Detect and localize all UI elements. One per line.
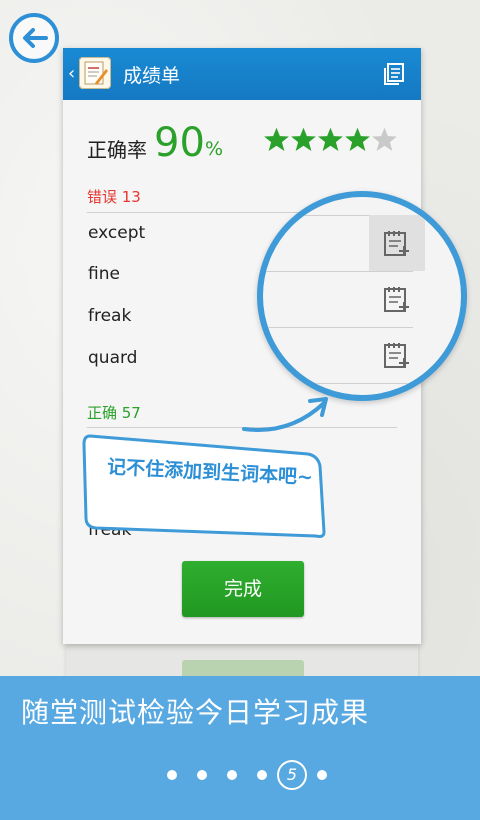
page-dot[interactable]	[257, 770, 267, 780]
add-to-notebook-icon	[384, 343, 409, 368]
app-logo	[79, 57, 111, 89]
page-dot[interactable]	[317, 770, 327, 780]
done-button[interactable]: 完成	[182, 561, 304, 617]
accuracy-unit: %	[205, 138, 224, 160]
wrong-word: freak	[88, 306, 132, 326]
app-bar: ‹ 成绩单	[63, 48, 421, 100]
pointer-arrow-icon	[242, 397, 328, 432]
back-button[interactable]	[9, 13, 59, 63]
copy-icon[interactable]	[382, 62, 406, 86]
add-to-notebook-button[interactable]	[369, 327, 425, 383]
wrong-count-label: 错误 13	[87, 188, 141, 206]
accuracy-label: 正确率	[87, 138, 147, 162]
chevron-left-icon[interactable]: ‹	[68, 63, 75, 84]
star-icon	[318, 127, 343, 151]
page-dot[interactable]	[197, 770, 207, 780]
star-icon	[345, 127, 370, 151]
current-page-indicator: 5	[277, 760, 307, 790]
star-icon	[372, 127, 397, 151]
star-icon	[291, 127, 316, 151]
accuracy-value: 90	[154, 120, 205, 166]
banner-title: 随堂测试检验今日学习成果	[21, 696, 370, 729]
add-to-notebook-icon	[384, 287, 409, 312]
correct-count-label: 正确 57	[87, 404, 141, 422]
star-icon	[264, 127, 289, 151]
page-title: 成绩单	[123, 65, 181, 87]
divider	[263, 383, 413, 384]
back-arrow-icon	[23, 28, 48, 48]
wrong-word: quard	[88, 348, 138, 368]
page-dot[interactable]	[167, 770, 177, 780]
add-to-notebook-icon	[384, 231, 409, 256]
star-rating	[263, 126, 398, 153]
add-to-notebook-button[interactable]	[369, 271, 425, 327]
add-to-notebook-button[interactable]	[369, 215, 425, 271]
wrong-word: fine	[88, 264, 120, 284]
page-dot[interactable]	[227, 770, 237, 780]
promo-banner: 随堂测试检验今日学习成果	[0, 676, 480, 820]
wrong-word: except	[88, 223, 146, 243]
zoom-callout	[257, 191, 467, 401]
